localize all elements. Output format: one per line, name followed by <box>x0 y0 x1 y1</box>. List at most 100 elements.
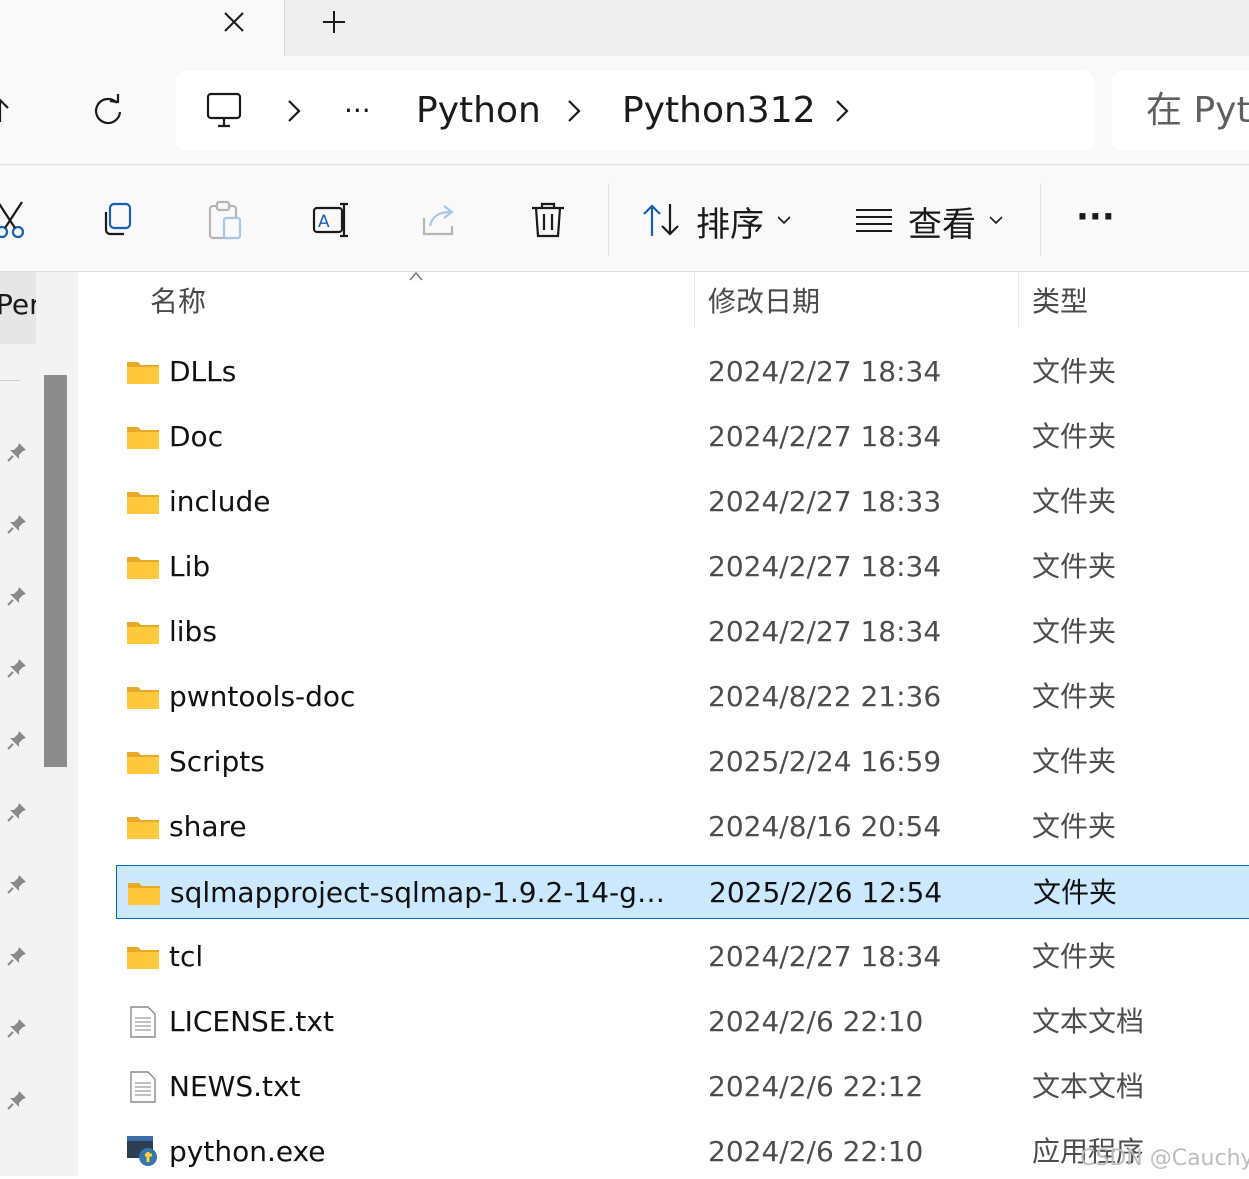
file-type: 文件夹 <box>1032 485 1117 518</box>
file-name: Scripts <box>169 745 265 778</box>
toolbar-separator <box>608 183 609 255</box>
file-name: python.exe <box>169 1135 326 1168</box>
sidebar-scrollbar[interactable] <box>44 375 67 767</box>
file-row[interactable]: share 2024/8/16 20:54 文件夹 <box>116 800 1249 854</box>
folder-icon <box>126 355 160 389</box>
breadcrumb-python[interactable]: Python <box>416 71 541 151</box>
file-type: 文件夹 <box>1032 940 1117 973</box>
sidebar-divider <box>0 380 20 381</box>
folder-icon <box>126 810 160 844</box>
file-name: NEWS.txt <box>169 1070 301 1103</box>
file-row[interactable]: libs 2024/2/27 18:34 文件夹 <box>116 605 1249 659</box>
text-file-icon <box>126 1005 160 1039</box>
file-row[interactable]: DLLs 2024/2/27 18:34 文件夹 <box>116 345 1249 399</box>
file-type: 文件夹 <box>1032 615 1117 648</box>
file-row[interactable]: pwntools-doc 2024/8/22 21:36 文件夹 <box>116 670 1249 724</box>
column-header-name[interactable]: 名称 <box>150 282 206 322</box>
folder-icon <box>126 745 160 779</box>
view-button[interactable]: 查看 <box>908 200 976 250</box>
file-type: 文件夹 <box>1032 420 1117 453</box>
tab-divider <box>284 0 285 56</box>
chevron-right-icon[interactable] <box>282 96 306 126</box>
close-icon[interactable] <box>216 4 252 40</box>
pin-icon[interactable] <box>5 728 29 752</box>
file-type: 文本文档 <box>1032 1070 1145 1103</box>
file-row[interactable]: NEWS.txt 2024/2/6 22:12 文本文档 <box>116 1060 1249 1114</box>
file-name: include <box>169 485 271 518</box>
watermark: CSDN @Cauchy琪 <box>1080 1146 1249 1171</box>
file-row[interactable]: tcl 2024/2/27 18:34 文件夹 <box>116 930 1249 984</box>
file-modified-date: 2024/2/27 18:34 <box>708 550 942 583</box>
file-type: 文件夹 <box>1032 745 1117 778</box>
pin-icon[interactable] <box>5 944 29 968</box>
file-type: 文件夹 <box>1033 876 1118 909</box>
copy-icon[interactable] <box>96 198 140 242</box>
file-name: libs <box>169 615 217 648</box>
sort-icon[interactable] <box>640 198 684 242</box>
folder-icon <box>126 940 160 974</box>
text-file-icon <box>126 1070 160 1104</box>
file-modified-date: 2025/2/24 16:59 <box>708 745 942 778</box>
this-pc-icon[interactable] <box>204 90 244 130</box>
paste-icon[interactable] <box>204 198 248 242</box>
pin-icon[interactable] <box>5 656 29 680</box>
chevron-right-icon[interactable] <box>830 96 854 126</box>
share-icon[interactable] <box>418 198 462 242</box>
file-modified-date: 2024/8/16 20:54 <box>708 810 942 843</box>
cut-icon[interactable] <box>0 198 36 242</box>
file-row[interactable]: sqlmapproject-sqlmap-1.9.2-14-ga1f... 202… <box>116 865 1249 919</box>
refresh-icon[interactable] <box>88 88 128 132</box>
file-name: share <box>169 810 247 843</box>
pin-icon[interactable] <box>5 512 29 536</box>
more-options-button[interactable]: ··· <box>1076 192 1115 242</box>
file-type: 文件夹 <box>1032 355 1117 388</box>
file-type: 文件夹 <box>1032 810 1117 843</box>
pin-icon[interactable] <box>5 440 29 464</box>
file-type: 文本文档 <box>1032 1005 1145 1038</box>
file-row[interactable]: Doc 2024/2/27 18:34 文件夹 <box>116 410 1249 464</box>
chevron-down-icon[interactable] <box>986 210 1006 230</box>
column-header-type[interactable]: 类型 <box>1032 282 1088 322</box>
pin-icon[interactable] <box>5 872 29 896</box>
chevron-right-icon[interactable] <box>562 96 586 126</box>
file-row[interactable]: Lib 2024/2/27 18:34 文件夹 <box>116 540 1249 594</box>
svg-text:A: A <box>318 212 330 232</box>
file-name: tcl <box>169 940 204 973</box>
column-header-modified[interactable]: 修改日期 <box>708 282 820 322</box>
sidebar-item-label: Pers <box>0 288 36 321</box>
file-row[interactable]: include 2024/2/27 18:33 文件夹 <box>116 475 1249 529</box>
up-arrow-icon[interactable] <box>0 88 20 132</box>
plus-icon[interactable] <box>316 4 352 40</box>
breadcrumb-overflow[interactable]: ··· <box>344 71 371 151</box>
sort-button[interactable]: 排序 <box>696 200 764 250</box>
file-row[interactable]: Scripts 2025/2/24 16:59 文件夹 <box>116 735 1249 789</box>
view-icon[interactable] <box>852 198 896 242</box>
pin-icon[interactable] <box>5 584 29 608</box>
file-row[interactable]: LICENSE.txt 2024/2/6 22:10 文本文档 <box>116 995 1249 1049</box>
column-divider[interactable] <box>1018 272 1019 328</box>
folder-icon <box>126 615 160 649</box>
file-modified-date: 2024/2/27 18:33 <box>708 485 942 518</box>
file-name: pwntools-doc <box>169 680 356 713</box>
file-name: sqlmapproject-sqlmap-1.9.2-14-ga1f... <box>170 876 680 909</box>
file-modified-date: 2024/2/6 22:10 <box>708 1135 924 1168</box>
delete-icon[interactable] <box>526 198 570 242</box>
file-modified-date: 2025/2/26 12:54 <box>709 876 943 909</box>
pin-icon[interactable] <box>5 1088 29 1112</box>
chevron-down-icon[interactable] <box>774 210 794 230</box>
folder-icon <box>127 876 161 910</box>
file-name: Lib <box>169 550 211 583</box>
column-divider[interactable] <box>694 272 695 328</box>
file-modified-date: 2024/8/22 21:36 <box>708 680 942 713</box>
pin-icon[interactable] <box>5 1016 29 1040</box>
sidebar-item-personal[interactable]: Pers <box>0 272 36 344</box>
file-modified-date: 2024/2/27 18:34 <box>708 940 942 973</box>
file-modified-date: 2024/2/27 18:34 <box>708 615 942 648</box>
file-modified-date: 2024/2/27 18:34 <box>708 420 942 453</box>
breadcrumb-python312[interactable]: Python312 <box>622 71 816 151</box>
file-type: 文件夹 <box>1032 550 1117 583</box>
rename-icon[interactable]: A <box>310 198 354 242</box>
pin-icon[interactable] <box>5 800 29 824</box>
search-placeholder: 在 Pyth <box>1146 90 1249 131</box>
python-app-icon <box>126 1135 160 1169</box>
